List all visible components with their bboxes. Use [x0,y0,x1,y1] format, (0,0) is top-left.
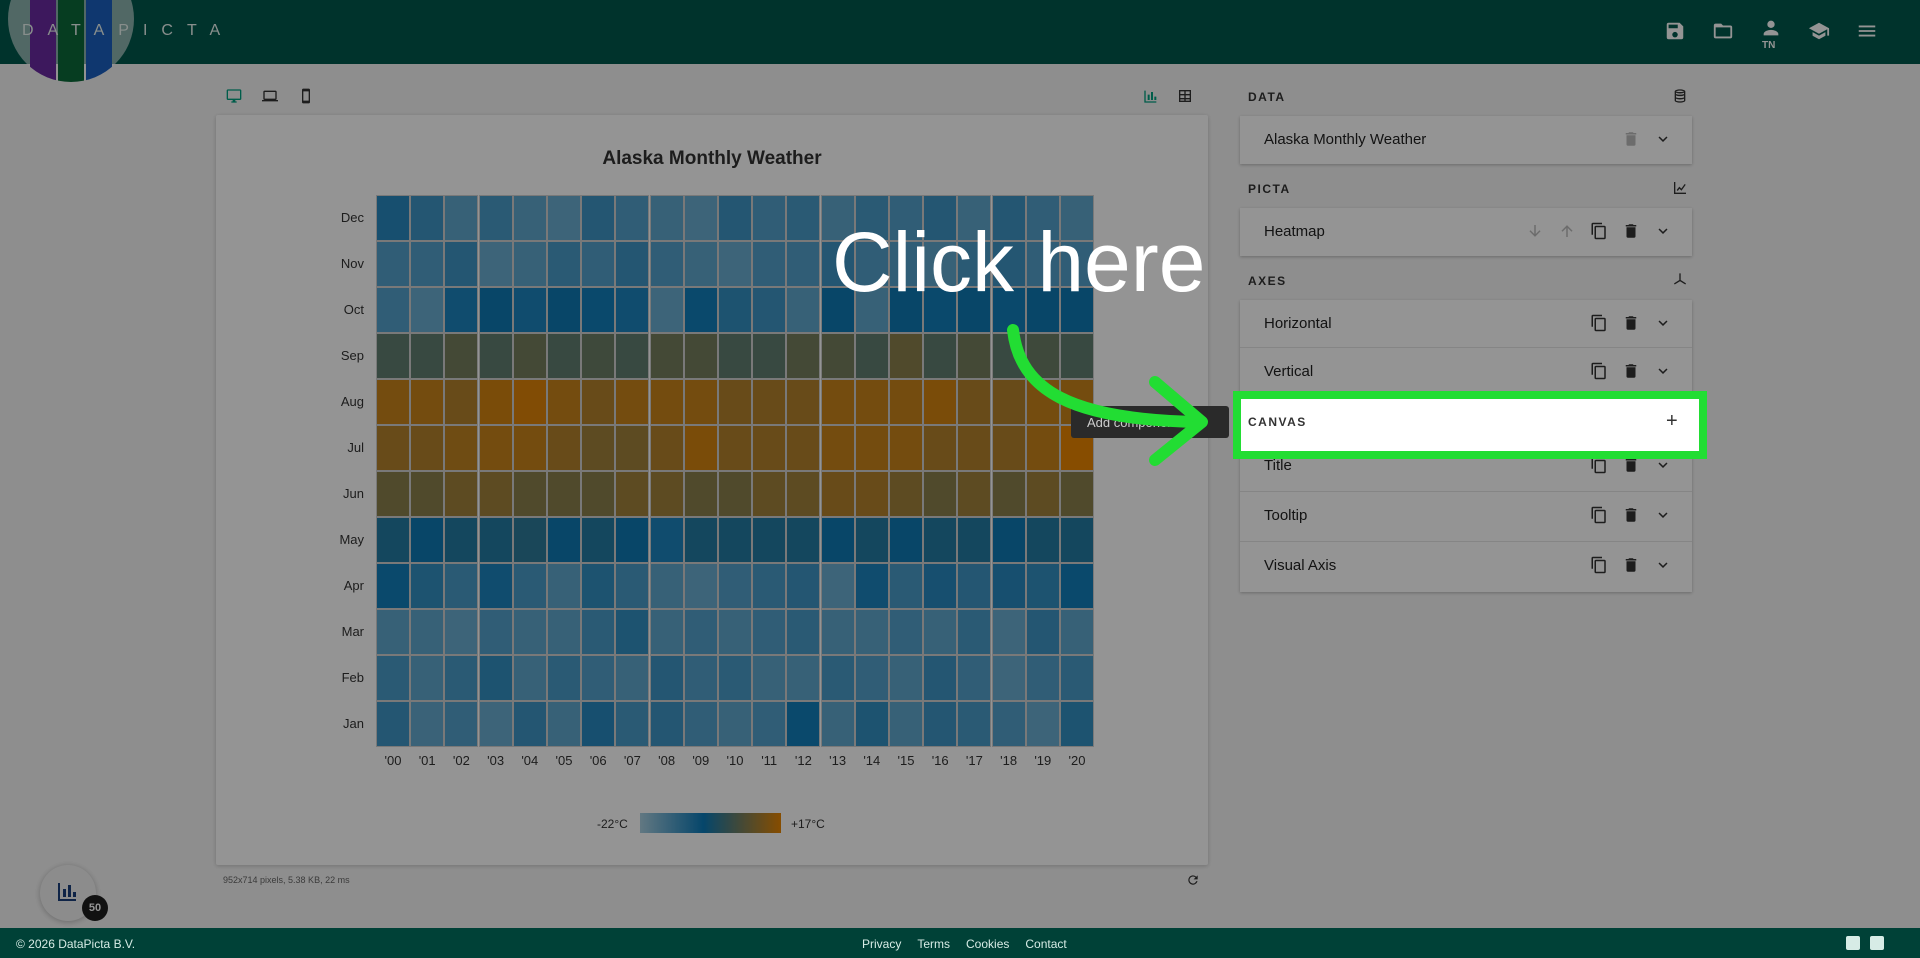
copyright: © 2026 DataPicta B.V. [16,937,136,951]
youtube-icon[interactable] [1846,936,1860,950]
footer-link-contact[interactable]: Contact [1025,937,1066,951]
add-canvas-plus-icon[interactable]: + [1666,410,1678,433]
footer-link-terms[interactable]: Terms [917,937,950,951]
footer-link-privacy[interactable]: Privacy [862,937,901,951]
linkedin-icon[interactable] [1870,936,1884,950]
tutorial-arrow [1007,324,1208,466]
canvas-section-heading: CANVAS [1248,415,1307,429]
click-here-instruction: Click here [832,215,1206,309]
tutorial-overlay [0,0,1920,958]
footer-link-cookies[interactable]: Cookies [966,937,1009,951]
footer-content: © 2026 DataPicta B.V. Privacy Terms Cook… [0,928,1920,958]
